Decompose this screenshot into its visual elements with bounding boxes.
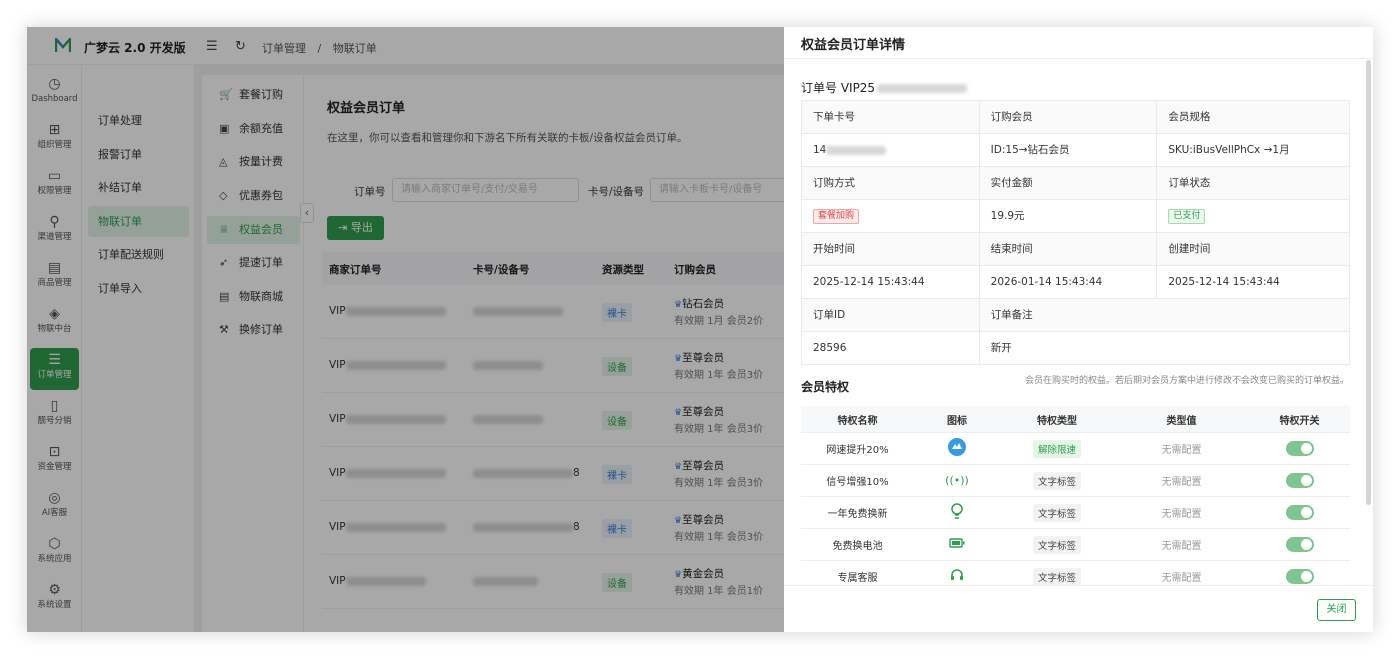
start-time-value: 2025-12-14 15:43:44 [802, 266, 980, 299]
column-header: 类型值 [1166, 415, 1197, 427]
privilege-type-cell: 文字标签 [1000, 503, 1114, 522]
privilege-row: 网速提升20% 解除限速 无需配置 [801, 433, 1350, 465]
column-header: 特权开关 [1279, 415, 1320, 427]
privilege-type-cell: 文字标签 [1000, 535, 1114, 554]
order-method-tag: 套餐加购 [813, 208, 860, 224]
field-label: 实付金额 [979, 167, 1158, 200]
privilege-value: 无需配置 [1161, 445, 1202, 456]
privilege-type-cell: 文字标签 [1000, 471, 1114, 490]
field-label: 下单卡号 [802, 101, 980, 134]
privileges-table: 特权名称 图标 特权类型 类型值 特权开关 网速提升20% 解除限速 无需配置 … [801, 406, 1350, 593]
privilege-type-tag: 文字标签 [1032, 471, 1081, 490]
privilege-value: 无需配置 [1161, 541, 1202, 552]
privilege-switch-cell [1249, 441, 1350, 456]
redacted-text [877, 84, 968, 93]
privilege-type-cell: 文字标签 [1000, 567, 1114, 586]
privilege-toggle[interactable] [1285, 569, 1314, 584]
privilege-type-tag: 文字标签 [1032, 535, 1081, 554]
privileges-header: 特权名称 图标 特权类型 类型值 特权开关 [801, 406, 1350, 433]
privilege-name: 专属客服 [837, 573, 878, 584]
field-label: 订购会员 [979, 101, 1158, 134]
membership-value: ID:15→钻石会员 [979, 134, 1158, 167]
drawer-title: 权益会员订单详情 [801, 38, 906, 53]
headset-icon [951, 569, 963, 580]
bulb-icon [951, 503, 963, 519]
privilege-icon-cell [914, 502, 1000, 523]
order-id-value: 28596 [802, 332, 980, 365]
privilege-icon-cell [914, 437, 1000, 460]
privilege-type-tag: 文字标签 [1032, 503, 1081, 522]
privilege-name: 信号增强10% [826, 477, 889, 488]
modal-mask[interactable] [27, 27, 784, 632]
field-label: 订单状态 [1157, 167, 1350, 200]
app-window: 广梦云 2.0 开发版 ☰ ↻ 订单管理 / 物联订单 ◷ Dashboard ⊞… [27, 27, 1373, 632]
privilege-row: 一年免费换新 文字标签 无需配置 [801, 497, 1350, 529]
privilege-icon-cell: ((•)) [914, 474, 1000, 487]
privileges-title: 会员特权 [801, 380, 850, 394]
amount-value: 19.9元 [979, 200, 1158, 233]
privilege-value: 无需配置 [1161, 477, 1202, 488]
signal-icon: ((•)) [945, 474, 969, 487]
privilege-switch-cell [1249, 505, 1350, 520]
privilege-icon-cell [914, 538, 1000, 551]
privilege-value: 无需配置 [1161, 573, 1202, 584]
field-label: 订单备注 [979, 299, 1350, 332]
privilege-switch-cell [1249, 569, 1350, 584]
status-badge: 已支付 [1168, 208, 1206, 224]
drawer-scrollbar[interactable] [1366, 60, 1371, 505]
speed-badge-icon [948, 438, 966, 456]
privilege-type-cell: 解除限速 [1000, 439, 1114, 458]
order-number-prefix: 订单号 VIP25 [801, 81, 876, 95]
column-header: 图标 [947, 415, 967, 427]
field-label: 结束时间 [979, 233, 1158, 266]
close-button[interactable]: 关闭 [1317, 599, 1356, 621]
field-label: 会员规格 [1157, 101, 1350, 134]
privilege-name: 一年免费换新 [827, 509, 888, 520]
drawer-footer: 关闭 [784, 585, 1373, 632]
privilege-type-tag: 文字标签 [1032, 567, 1081, 586]
card-no-value: 14 [802, 134, 980, 167]
privilege-type-tag: 解除限速 [1032, 439, 1081, 458]
status-value: 已支付 [1157, 200, 1350, 233]
privilege-toggle[interactable] [1285, 537, 1314, 552]
order-info-grid: 下单卡号 订购会员 会员规格 14 ID:15→钻石会员 SKU:iBusVel… [801, 100, 1350, 365]
privilege-row: 信号增强10% ((•)) 文字标签 无需配置 [801, 465, 1350, 497]
end-time-value: 2026-01-14 15:43:44 [979, 266, 1158, 299]
privilege-name: 网速提升20% [826, 445, 889, 456]
privilege-row: 免费换电池 文字标签 无需配置 [801, 529, 1350, 561]
privilege-icon-cell [914, 567, 1000, 586]
field-label: 开始时间 [802, 233, 980, 266]
order-method-value: 套餐加购 [802, 200, 980, 233]
spec-value: SKU:iBusVellPhCx →1月 [1157, 134, 1350, 167]
divider [784, 58, 1373, 59]
field-label: 创建时间 [1157, 233, 1350, 266]
privilege-name: 免费换电池 [832, 541, 883, 552]
remark-value: 新开 [979, 332, 1350, 365]
column-header: 特权类型 [1037, 415, 1077, 427]
card-no-prefix: 14 [813, 144, 827, 156]
privileges-note: 会员在购买时的权益。若后期对会员方案中进行修改不会改变已购买的订单权益。 [1024, 376, 1349, 386]
privilege-toggle[interactable] [1285, 441, 1314, 456]
field-label: 订单ID [802, 299, 980, 332]
order-number: 订单号 VIP25 [801, 79, 968, 96]
privilege-toggle[interactable] [1285, 505, 1314, 520]
column-header: 特权名称 [837, 415, 878, 427]
order-detail-drawer: 权益会员订单详情 订单号 VIP25 下单卡号 订购会员 会员规格 14 ID:… [784, 27, 1373, 632]
created-time-value: 2025-12-14 15:43:44 [1157, 266, 1350, 299]
battery-icon [949, 538, 965, 548]
privilege-switch-cell [1249, 473, 1350, 488]
redacted-text [826, 145, 887, 155]
privilege-toggle[interactable] [1285, 473, 1314, 488]
privilege-value: 无需配置 [1161, 509, 1202, 520]
privilege-switch-cell [1249, 537, 1350, 552]
field-label: 订购方式 [802, 167, 980, 200]
